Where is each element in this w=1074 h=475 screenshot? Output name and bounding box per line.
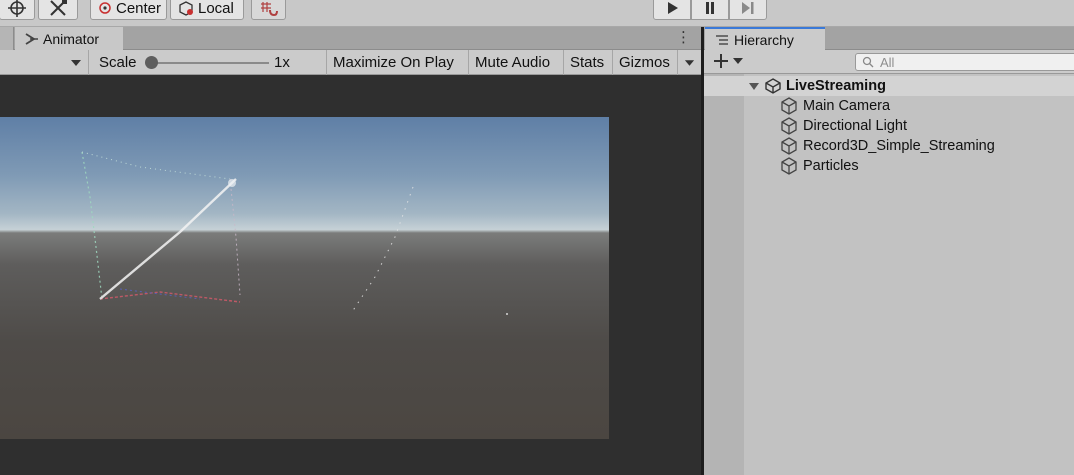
search-input[interactable]: All	[855, 53, 1074, 71]
search-icon	[862, 56, 874, 68]
gameobject-cube-icon	[781, 97, 797, 115]
create-button[interactable]	[713, 53, 744, 69]
move-tool-button[interactable]	[0, 0, 35, 20]
pivot-local-label: Local	[198, 0, 234, 17]
scale-value: 1x	[274, 54, 290, 71]
gizmos-dropdown[interactable]	[677, 50, 701, 75]
pivot-center-label: Center	[116, 0, 162, 17]
stats-label: Stats	[570, 54, 605, 71]
game-tab-stub[interactable]	[0, 27, 14, 50]
hierarchy-item-label: Particles	[803, 158, 859, 174]
hierarchy-item[interactable]: Directional Light	[780, 116, 907, 136]
list-icon	[716, 34, 728, 45]
scene-name: LiveStreaming	[786, 78, 886, 94]
grid-snap-icon	[260, 2, 278, 16]
game-viewport[interactable]	[0, 117, 609, 439]
tab-animator[interactable]: Animator	[15, 27, 123, 50]
game-view-tabbar: Animator ⋮	[0, 27, 701, 50]
tab-hierarchy-label: Hierarchy	[734, 31, 794, 48]
scale-control: Scale 1x	[88, 50, 326, 75]
transform-tool-icon	[50, 0, 67, 16]
panel-menu-icon[interactable]: ⋮	[676, 30, 691, 46]
grid-snap-button[interactable]	[251, 0, 286, 20]
pause-button[interactable]	[691, 0, 729, 20]
expand-arrow-icon[interactable]	[748, 81, 760, 91]
chevron-down-icon	[71, 59, 81, 66]
stats-toggle[interactable]: Stats	[563, 50, 612, 75]
unity-editor: Center Local Animator ⋮ Scale 1x Maximiz…	[0, 0, 1074, 475]
hierarchy-item[interactable]: Particles	[780, 156, 859, 176]
game-view-panel: Animator ⋮ Scale 1x Maximize On Play Mut…	[0, 27, 701, 475]
maximize-on-play-toggle[interactable]: Maximize On Play	[326, 50, 468, 75]
move-tool-icon	[8, 0, 26, 17]
scale-slider-thumb[interactable]	[145, 56, 158, 69]
game-view-controls: Scale 1x Maximize On Play Mute Audio Sta…	[0, 50, 701, 75]
step-button[interactable]	[729, 0, 767, 20]
mute-audio-label: Mute Audio	[475, 54, 551, 71]
gameobject-cube-icon	[781, 117, 797, 135]
hierarchy-gutter	[704, 74, 744, 475]
step-icon	[742, 2, 754, 14]
scale-label: Scale	[99, 54, 137, 71]
playback-controls	[653, 0, 767, 20]
hierarchy-item-label: Directional Light	[803, 118, 907, 134]
plus-icon	[714, 54, 728, 68]
display-dropdown[interactable]	[0, 50, 88, 75]
main-toolbar: Center Local	[0, 0, 1074, 27]
pivot-local-icon	[179, 1, 193, 16]
hierarchy-item[interactable]: Record3D_Simple_Streaming	[780, 136, 995, 156]
scene-row[interactable]: LiveStreaming	[704, 76, 1074, 96]
hierarchy-item-label: Record3D_Simple_Streaming	[803, 138, 995, 154]
mute-audio-toggle[interactable]: Mute Audio	[468, 50, 563, 75]
search-placeholder: All	[880, 54, 895, 70]
hierarchy-panel: Hierarchy All LiveStreaming Main Camera …	[701, 27, 1074, 475]
hierarchy-tabbar: Hierarchy	[704, 27, 1074, 50]
hierarchy-item-label: Main Camera	[803, 98, 891, 114]
pause-icon	[706, 2, 714, 14]
chevron-down-icon	[684, 59, 695, 66]
tab-hierarchy[interactable]: Hierarchy	[705, 27, 825, 50]
pivot-center-icon	[99, 2, 111, 14]
gameobject-cube-icon	[781, 157, 797, 175]
gizmos-label: Gizmos	[619, 54, 670, 71]
hierarchy-toolbar: All	[704, 50, 1074, 74]
maximize-on-play-label: Maximize On Play	[333, 54, 454, 71]
gameobject-cube-icon	[781, 137, 797, 155]
scale-slider-track[interactable]	[151, 62, 269, 64]
hierarchy-item[interactable]: Main Camera	[780, 96, 890, 116]
gizmos-toggle[interactable]: Gizmos	[612, 50, 677, 75]
chevron-down-icon	[733, 58, 743, 64]
play-button[interactable]	[653, 0, 691, 20]
animator-icon	[25, 32, 38, 45]
transform-tool-button[interactable]	[38, 0, 78, 20]
hierarchy-tree: LiveStreaming Main Camera Directional Li…	[704, 74, 1074, 475]
pivot-local-button[interactable]: Local	[170, 0, 244, 20]
unity-scene-icon	[765, 78, 781, 94]
tab-animator-label: Animator	[43, 30, 100, 47]
pivot-center-button[interactable]: Center	[90, 0, 167, 20]
point-cloud-render	[81, 151, 508, 315]
play-icon	[668, 2, 678, 14]
